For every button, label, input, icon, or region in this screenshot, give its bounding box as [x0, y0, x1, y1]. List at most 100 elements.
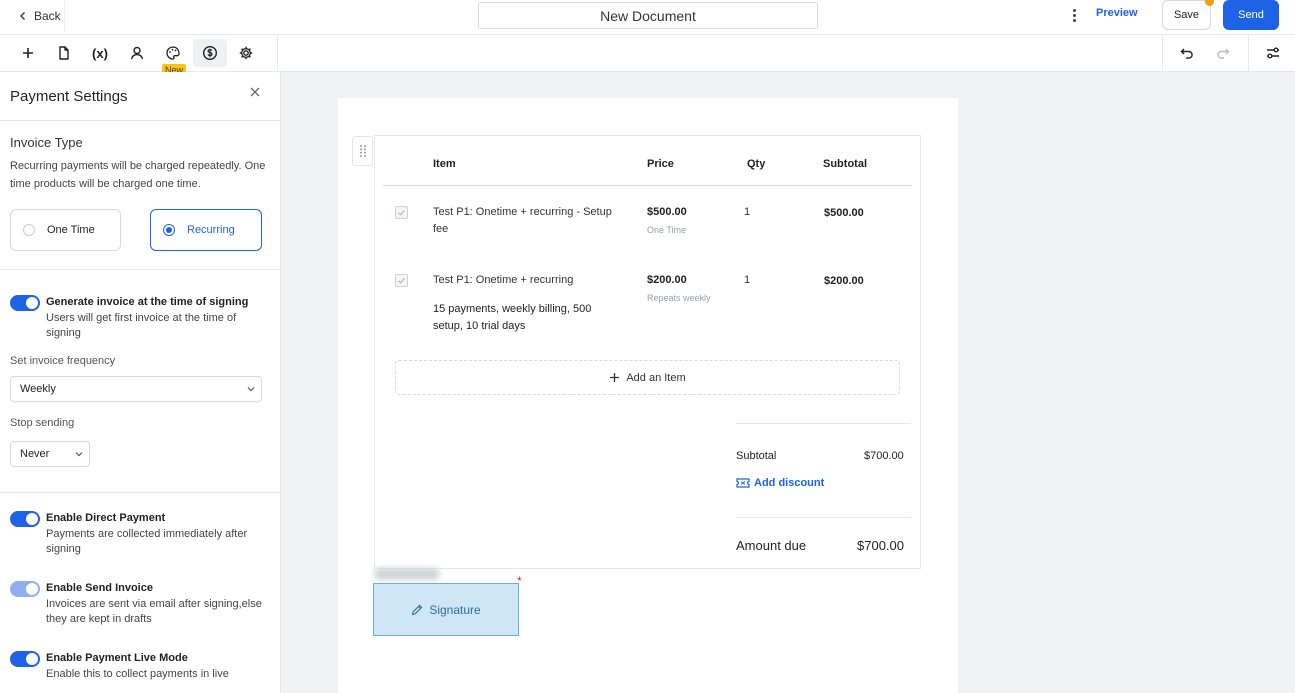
recurring-label: Recurring [187, 224, 235, 236]
row-price: $200.00 [647, 274, 687, 286]
chevron-left-icon [20, 11, 25, 20]
toolbar-divider [1162, 35, 1163, 72]
column-header-price: Price [647, 158, 674, 170]
row-qty: 1 [744, 274, 751, 286]
row-checkbox[interactable] [395, 274, 408, 287]
undo-icon [1180, 48, 1193, 59]
editor-toolbar: (x) New [0, 35, 1295, 76]
live-mode-toggle[interactable] [10, 651, 40, 667]
top-bar: Back New Document Preview Save Send [0, 0, 1295, 35]
back-button[interactable]: Back [10, 0, 65, 31]
direct-payment-description: Payments are collected immediately after… [46, 528, 248, 555]
send-button[interactable]: Send [1223, 0, 1279, 30]
sliders-icon [1267, 47, 1279, 59]
send-invoice-description: Invoices are sent via email after signin… [46, 598, 262, 625]
frequency-value: Weekly [20, 383, 56, 395]
add-item-label: Add an Item [626, 371, 686, 384]
divider [0, 269, 280, 270]
generate-invoice-toggle[interactable] [10, 295, 40, 311]
row-item-name: Test P1: Onetime + recurring [433, 274, 574, 286]
amount-due-label: Amount due [736, 538, 807, 553]
chevron-down-icon [75, 452, 83, 457]
product-table-block[interactable] [374, 135, 921, 569]
column-header-qty: Qty [747, 158, 766, 170]
unsaved-indicator [1205, 0, 1214, 6]
summary-divider [736, 517, 911, 518]
divider [0, 120, 280, 121]
row-item-name: Test P1: Onetime + recurring - Setup fee [433, 206, 612, 235]
amount-due-value: $700.00 [857, 538, 904, 553]
styles-button[interactable] [156, 39, 190, 67]
one-time-label: One Time [47, 224, 95, 236]
invoice-type-title: Invoice Type [10, 135, 83, 150]
layout-settings-button[interactable] [1256, 39, 1290, 67]
save-button[interactable]: Save [1162, 0, 1214, 30]
more-options-icon[interactable] [1066, 6, 1082, 24]
plus-icon [23, 48, 33, 58]
one-time-option[interactable]: One Time [10, 209, 121, 251]
subtotal-label: Subtotal [736, 450, 777, 462]
row-item-detail: 15 payments, weekly billing, 500 setup, … [433, 303, 592, 332]
document-icon [59, 46, 69, 60]
send-invoice-title: Enable Send Invoice [46, 582, 153, 594]
send-invoice-toggle[interactable] [10, 581, 40, 597]
column-header-item: Item [433, 158, 456, 170]
divider [0, 492, 280, 493]
row-price-note: Repeats weekly [647, 293, 711, 303]
payment-settings-button[interactable] [193, 39, 227, 67]
checkmark-icon [398, 277, 405, 284]
chevron-down-icon [247, 387, 255, 392]
redo-button[interactable] [1206, 39, 1240, 67]
live-mode-title: Enable Payment Live Mode [46, 652, 188, 664]
user-icon [130, 46, 144, 60]
palette-icon [166, 46, 180, 60]
generate-invoice-description: Users will get first invoice at the time… [46, 312, 237, 339]
summary-divider [736, 423, 911, 424]
dollar-icon [202, 45, 218, 61]
live-mode-description: Enable this to collect payments in live [46, 668, 229, 680]
signature-label: Signature [429, 602, 481, 617]
add-item-button[interactable]: Add an Item [395, 360, 900, 395]
frequency-label: Set invoice frequency [10, 355, 116, 367]
add-element-button[interactable] [11, 39, 45, 67]
redo-icon [1217, 48, 1230, 59]
preview-button[interactable]: Preview [1096, 7, 1138, 19]
column-header-subtotal: Subtotal [823, 158, 867, 170]
drag-handle[interactable] [352, 136, 373, 166]
toolbar-divider [277, 35, 278, 72]
row-price-note: One Time [647, 225, 687, 235]
stop-sending-value: Never [20, 448, 50, 460]
pen-icon [412, 604, 423, 615]
radio-button-selected[interactable] [163, 224, 175, 236]
document-title-input[interactable]: New Document [478, 2, 818, 29]
plus-icon [610, 373, 620, 382]
row-price: $500.00 [647, 206, 687, 218]
ticket-icon [736, 478, 750, 488]
frequency-select[interactable]: Weekly [10, 376, 262, 402]
toolbar-divider [1248, 35, 1249, 72]
invoice-type-description: Recurring payments will be charged repea… [10, 160, 266, 190]
direct-payment-toggle[interactable] [10, 511, 40, 527]
checkmark-icon [398, 209, 405, 216]
stop-sending-select[interactable]: Never [10, 441, 90, 467]
direct-payment-title: Enable Direct Payment [46, 512, 166, 524]
close-icon[interactable] [248, 85, 262, 99]
row-checkbox[interactable] [395, 206, 408, 219]
row-subtotal: $500.00 [824, 207, 864, 219]
generate-invoice-title: Generate invoice at the time of signing [46, 296, 249, 308]
signature-field[interactable]: Signature [373, 583, 519, 636]
recipients-button[interactable] [120, 39, 154, 67]
variables-button[interactable]: (x) [83, 39, 117, 67]
document-settings-button[interactable] [229, 39, 263, 67]
add-discount-label: Add discount [754, 477, 825, 489]
panel-title: Payment Settings [10, 88, 128, 105]
back-label: Back [34, 8, 61, 23]
pages-button[interactable] [47, 39, 81, 67]
gear-icon [239, 46, 253, 60]
undo-button[interactable] [1170, 39, 1204, 67]
radio-button[interactable] [23, 224, 35, 236]
table-header-divider [383, 185, 912, 186]
payment-settings-panel: Payment Settings Invoice Type Recurring … [0, 72, 281, 693]
recurring-option[interactable]: Recurring [150, 209, 262, 251]
add-discount-button[interactable]: Add discount [736, 477, 824, 489]
